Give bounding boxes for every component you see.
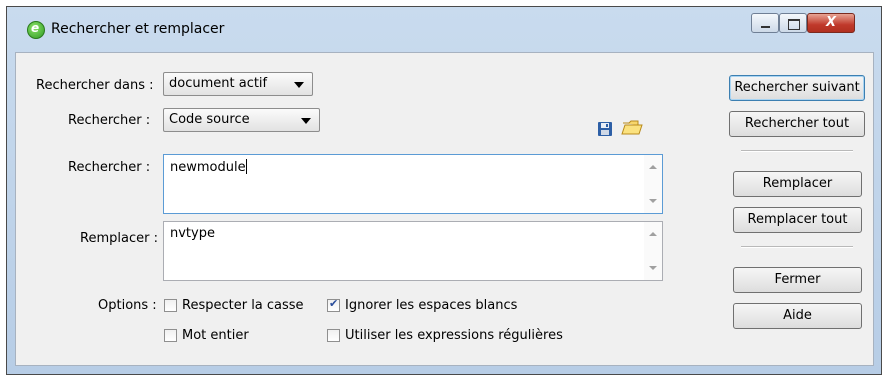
maximize-button[interactable] [779, 13, 807, 33]
regex-checkbox[interactable] [327, 329, 340, 342]
replace-all-button[interactable]: Remplacer tout [733, 207, 862, 233]
find-label: Rechercher : [68, 160, 151, 175]
whole-word-label[interactable]: Mot entier [182, 328, 249, 343]
search-type-value: Code source [169, 112, 250, 127]
find-text-value: newmodule [170, 160, 246, 175]
chevron-down-icon [301, 118, 311, 124]
dialog-content: Rechercher dans : document actif Recherc… [15, 52, 874, 366]
scroll-up-icon [649, 165, 657, 169]
search-in-select[interactable]: document actif [163, 72, 313, 96]
replace-text-field[interactable]: nvtype [163, 221, 663, 281]
ignore-whitespace-checkbox[interactable] [327, 297, 340, 312]
app-logo-icon: e [27, 21, 45, 39]
scroll-up-icon [649, 232, 657, 236]
whole-word-checkbox[interactable] [164, 329, 177, 342]
app-logo-glyph: e [31, 21, 40, 35]
regex-label[interactable]: Utiliser les expressions régulières [345, 328, 563, 343]
maximize-icon [788, 19, 800, 30]
match-case-label[interactable]: Respecter la casse [182, 298, 304, 313]
scroll-down-icon [649, 266, 657, 270]
close-button[interactable]: Fermer [733, 267, 862, 293]
floppy-disk-icon[interactable] [597, 121, 613, 137]
find-all-button[interactable]: Rechercher tout [729, 111, 865, 137]
button-separator [741, 246, 853, 248]
replace-scrollbar[interactable] [644, 222, 662, 280]
replace-text-value: nvtype [170, 226, 215, 241]
minimize-button[interactable] [751, 13, 779, 33]
chevron-down-icon [294, 82, 304, 88]
ignore-whitespace-label[interactable]: Ignorer les espaces blancs [345, 298, 517, 313]
find-scrollbar[interactable] [644, 155, 662, 213]
scroll-down-icon [649, 199, 657, 203]
options-label: Options : [98, 298, 157, 313]
close-icon: X [825, 15, 837, 30]
search-in-label: Rechercher dans : [36, 78, 154, 93]
search-type-select[interactable]: Code source [163, 108, 320, 132]
title-bar[interactable]: e Rechercher et remplacer X [7, 7, 881, 47]
text-caret [245, 159, 247, 174]
find-text-field[interactable]: newmodule [163, 154, 663, 214]
help-button[interactable]: Aide [733, 303, 862, 329]
close-window-button[interactable]: X [807, 13, 855, 33]
search-type-label: Rechercher : [68, 113, 151, 128]
find-next-button[interactable]: Rechercher suivant [729, 75, 865, 101]
search-in-value: document actif [169, 76, 268, 91]
replace-button[interactable]: Remplacer [733, 171, 862, 197]
replace-label: Remplacer : [80, 231, 158, 246]
button-separator [741, 150, 853, 152]
minimize-icon [761, 26, 770, 28]
match-case-checkbox[interactable] [164, 299, 177, 312]
window-title: Rechercher et remplacer [51, 21, 225, 37]
dialog-window: e Rechercher et remplacer X Rechercher d… [6, 6, 882, 375]
folder-open-icon[interactable] [621, 118, 643, 136]
